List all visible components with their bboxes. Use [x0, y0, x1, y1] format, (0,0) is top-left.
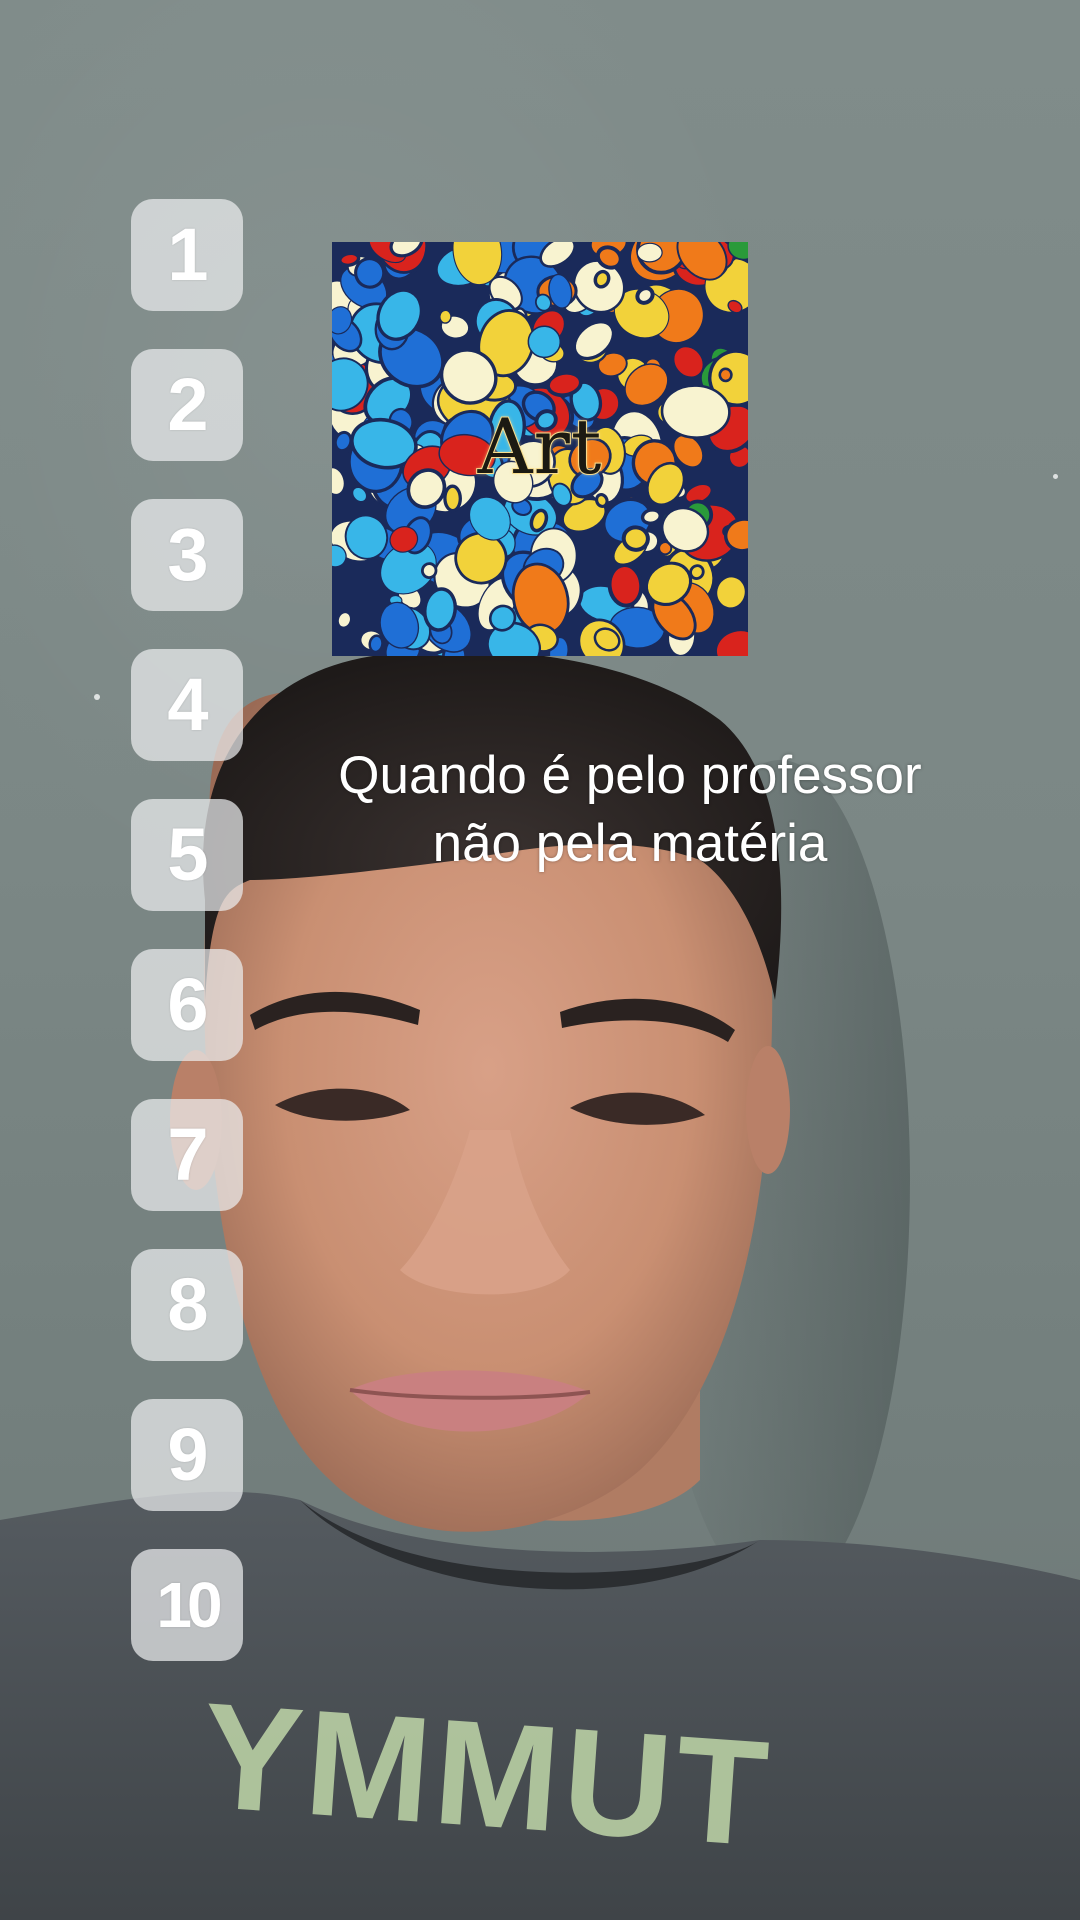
rank-tile-1[interactable]: 1 [131, 199, 243, 311]
rank-list: 1 2 3 4 5 6 7 8 9 10 [131, 199, 243, 1699]
right-ear [746, 1046, 790, 1174]
rank-number: 7 [167, 1113, 208, 1196]
video-frame: YMMUT 1 2 3 4 5 6 7 8 9 10 Art Quando é … [0, 0, 1080, 1920]
rank-tile-4[interactable]: 4 [131, 649, 243, 761]
rank-tile-8[interactable]: 8 [131, 1249, 243, 1361]
art-sticker[interactable]: Art [332, 242, 748, 656]
rank-number: 1 [167, 213, 208, 296]
rank-tile-7[interactable]: 7 [131, 1099, 243, 1211]
rank-number: 3 [167, 513, 208, 596]
caption: Quando é pelo professor não pela matéria [290, 742, 970, 878]
art-blob [420, 562, 438, 579]
rank-tile-5[interactable]: 5 [131, 799, 243, 911]
rank-number: 6 [167, 963, 208, 1046]
caption-line-2: não pela matéria [432, 814, 828, 873]
caption-line-1: Quando é pelo professor [338, 746, 922, 805]
rank-number: 4 [167, 663, 208, 746]
art-blob [718, 367, 733, 383]
rank-tile-9[interactable]: 9 [131, 1399, 243, 1511]
rank-number: 10 [156, 1569, 222, 1641]
rank-tile-3[interactable]: 3 [131, 499, 243, 611]
art-blob [439, 309, 452, 324]
rank-number: 8 [167, 1263, 208, 1346]
rank-tile-10[interactable]: 10 [131, 1549, 243, 1661]
art-sticker-label: Art [477, 401, 603, 492]
rank-tile-2[interactable]: 2 [131, 349, 243, 461]
art-blob [621, 525, 650, 552]
rank-number: 9 [167, 1413, 208, 1496]
rank-number: 2 [167, 363, 208, 446]
rank-number: 5 [167, 813, 208, 896]
art-blob [636, 242, 663, 263]
rank-tile-6[interactable]: 6 [131, 949, 243, 1061]
